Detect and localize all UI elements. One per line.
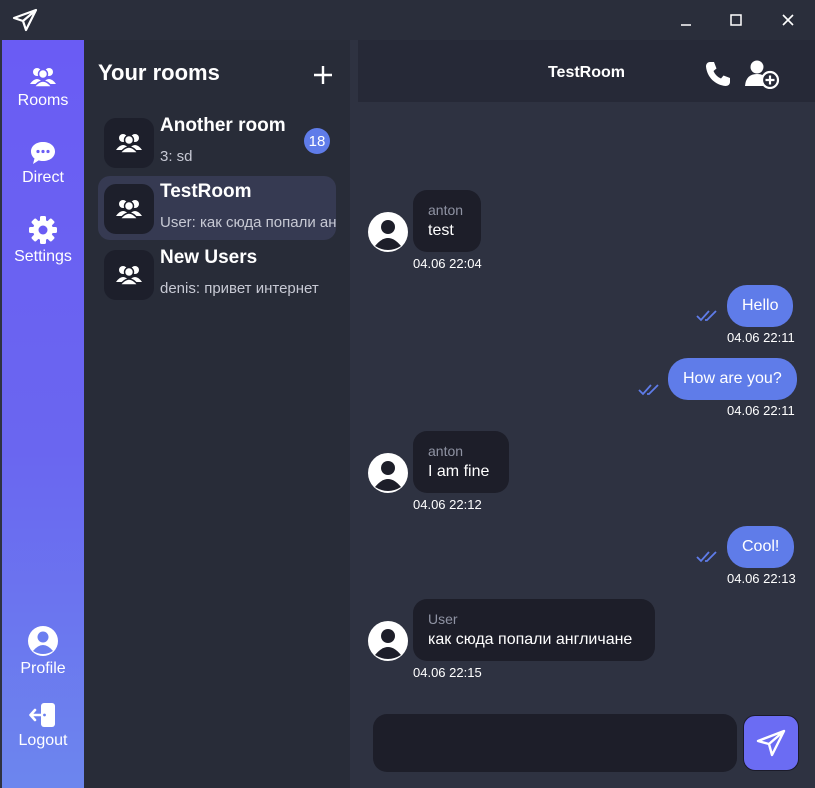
maximize-icon bbox=[730, 14, 742, 26]
message-time: 04.06 22:04 bbox=[413, 256, 482, 271]
room-name: TestRoom bbox=[160, 181, 252, 202]
users-icon bbox=[116, 266, 142, 286]
room-avatar bbox=[104, 250, 154, 300]
chat-bubble-icon bbox=[31, 142, 55, 164]
user-avatar bbox=[368, 621, 408, 661]
users-icon bbox=[116, 134, 142, 154]
nav-logout[interactable]: Logout bbox=[2, 702, 84, 750]
double-check-icon bbox=[696, 551, 717, 563]
message-text: test bbox=[428, 222, 454, 239]
nav-profile-label: Profile bbox=[20, 660, 66, 677]
room-last-message: User: как сюда попали англичане bbox=[160, 214, 336, 231]
title-bar bbox=[0, 0, 815, 40]
close-icon bbox=[782, 14, 794, 26]
room-item-new-users[interactable]: New Users denis: привет интернет bbox=[98, 242, 336, 306]
plus-icon[interactable] bbox=[312, 64, 334, 86]
message-author: anton bbox=[428, 202, 464, 218]
unread-badge: 18 bbox=[304, 128, 330, 154]
maximize-button[interactable] bbox=[726, 10, 746, 30]
close-button[interactable] bbox=[778, 10, 798, 30]
room-name: Another room bbox=[160, 115, 286, 136]
room-avatar bbox=[104, 118, 154, 168]
gear-icon bbox=[29, 216, 57, 244]
user-avatar bbox=[368, 453, 408, 493]
nav-rooms-label: Rooms bbox=[17, 92, 69, 109]
logout-icon bbox=[29, 703, 55, 727]
minimize-button[interactable] bbox=[676, 10, 696, 30]
user-circle-icon bbox=[375, 629, 401, 659]
message-bubble-outgoing: How are you? bbox=[668, 358, 797, 400]
rooms-panel: Your rooms Another room 3: sd 18 TestRoo… bbox=[84, 40, 350, 788]
nav-logout-label: Logout bbox=[18, 732, 68, 749]
user-circle-icon bbox=[375, 461, 401, 491]
message-text: как сюда попали англичане bbox=[428, 631, 633, 648]
nav-rooms[interactable]: Rooms bbox=[2, 66, 84, 110]
nav-direct-label: Direct bbox=[22, 169, 64, 186]
chat-panel: TestRoom anton test 04.06 22:04 Hello 04… bbox=[350, 40, 815, 788]
minimize-icon bbox=[681, 24, 691, 26]
rooms-header: Your rooms bbox=[84, 40, 350, 102]
nav-settings-label: Settings bbox=[14, 248, 72, 265]
message-bubble-outgoing: Hello bbox=[727, 285, 794, 327]
user-avatar bbox=[368, 212, 408, 252]
room-name: New Users bbox=[160, 247, 258, 268]
message-bubble-outgoing: Cool! bbox=[727, 526, 795, 568]
user-plus-icon[interactable] bbox=[744, 59, 780, 89]
nav-direct[interactable]: Direct bbox=[2, 141, 84, 187]
message-author: User bbox=[428, 611, 458, 627]
users-icon bbox=[116, 200, 142, 220]
chat-header: TestRoom bbox=[358, 40, 815, 102]
rooms-title: Your rooms bbox=[98, 60, 220, 85]
message-time: 04.06 22:11 bbox=[727, 403, 795, 418]
message-time: 04.06 22:12 bbox=[413, 497, 482, 512]
room-item-another-room[interactable]: Another room 3: sd 18 bbox=[98, 110, 336, 174]
room-last-message: denis: привет интернет bbox=[160, 280, 319, 297]
paper-plane-icon bbox=[12, 8, 38, 32]
message-bubble-incoming: User как сюда попали англичане bbox=[413, 599, 655, 661]
side-nav: Rooms Direct Settings Profile Logout bbox=[2, 40, 84, 788]
message-input[interactable] bbox=[373, 714, 737, 772]
send-button[interactable] bbox=[743, 715, 799, 771]
room-item-testroom[interactable]: TestRoom User: как сюда попали англичане bbox=[98, 176, 336, 240]
user-circle-icon bbox=[375, 220, 401, 250]
double-check-icon bbox=[696, 310, 717, 322]
nav-settings[interactable]: Settings bbox=[2, 216, 84, 266]
message-time: 04.06 22:15 bbox=[413, 665, 482, 680]
message-bubble-incoming: anton test bbox=[413, 190, 481, 252]
message-time: 04.06 22:11 bbox=[727, 330, 795, 345]
message-author: anton bbox=[428, 443, 464, 459]
message-time: 04.06 22:13 bbox=[727, 571, 796, 586]
user-circle-icon bbox=[28, 626, 58, 656]
phone-icon[interactable] bbox=[704, 60, 732, 88]
send-icon bbox=[756, 729, 786, 757]
message-bubble-incoming: anton I am fine bbox=[413, 431, 509, 493]
message-text: I am fine bbox=[428, 463, 490, 480]
room-avatar bbox=[104, 184, 154, 234]
users-icon bbox=[30, 68, 56, 88]
double-check-icon bbox=[638, 384, 659, 396]
nav-profile[interactable]: Profile bbox=[2, 626, 84, 678]
